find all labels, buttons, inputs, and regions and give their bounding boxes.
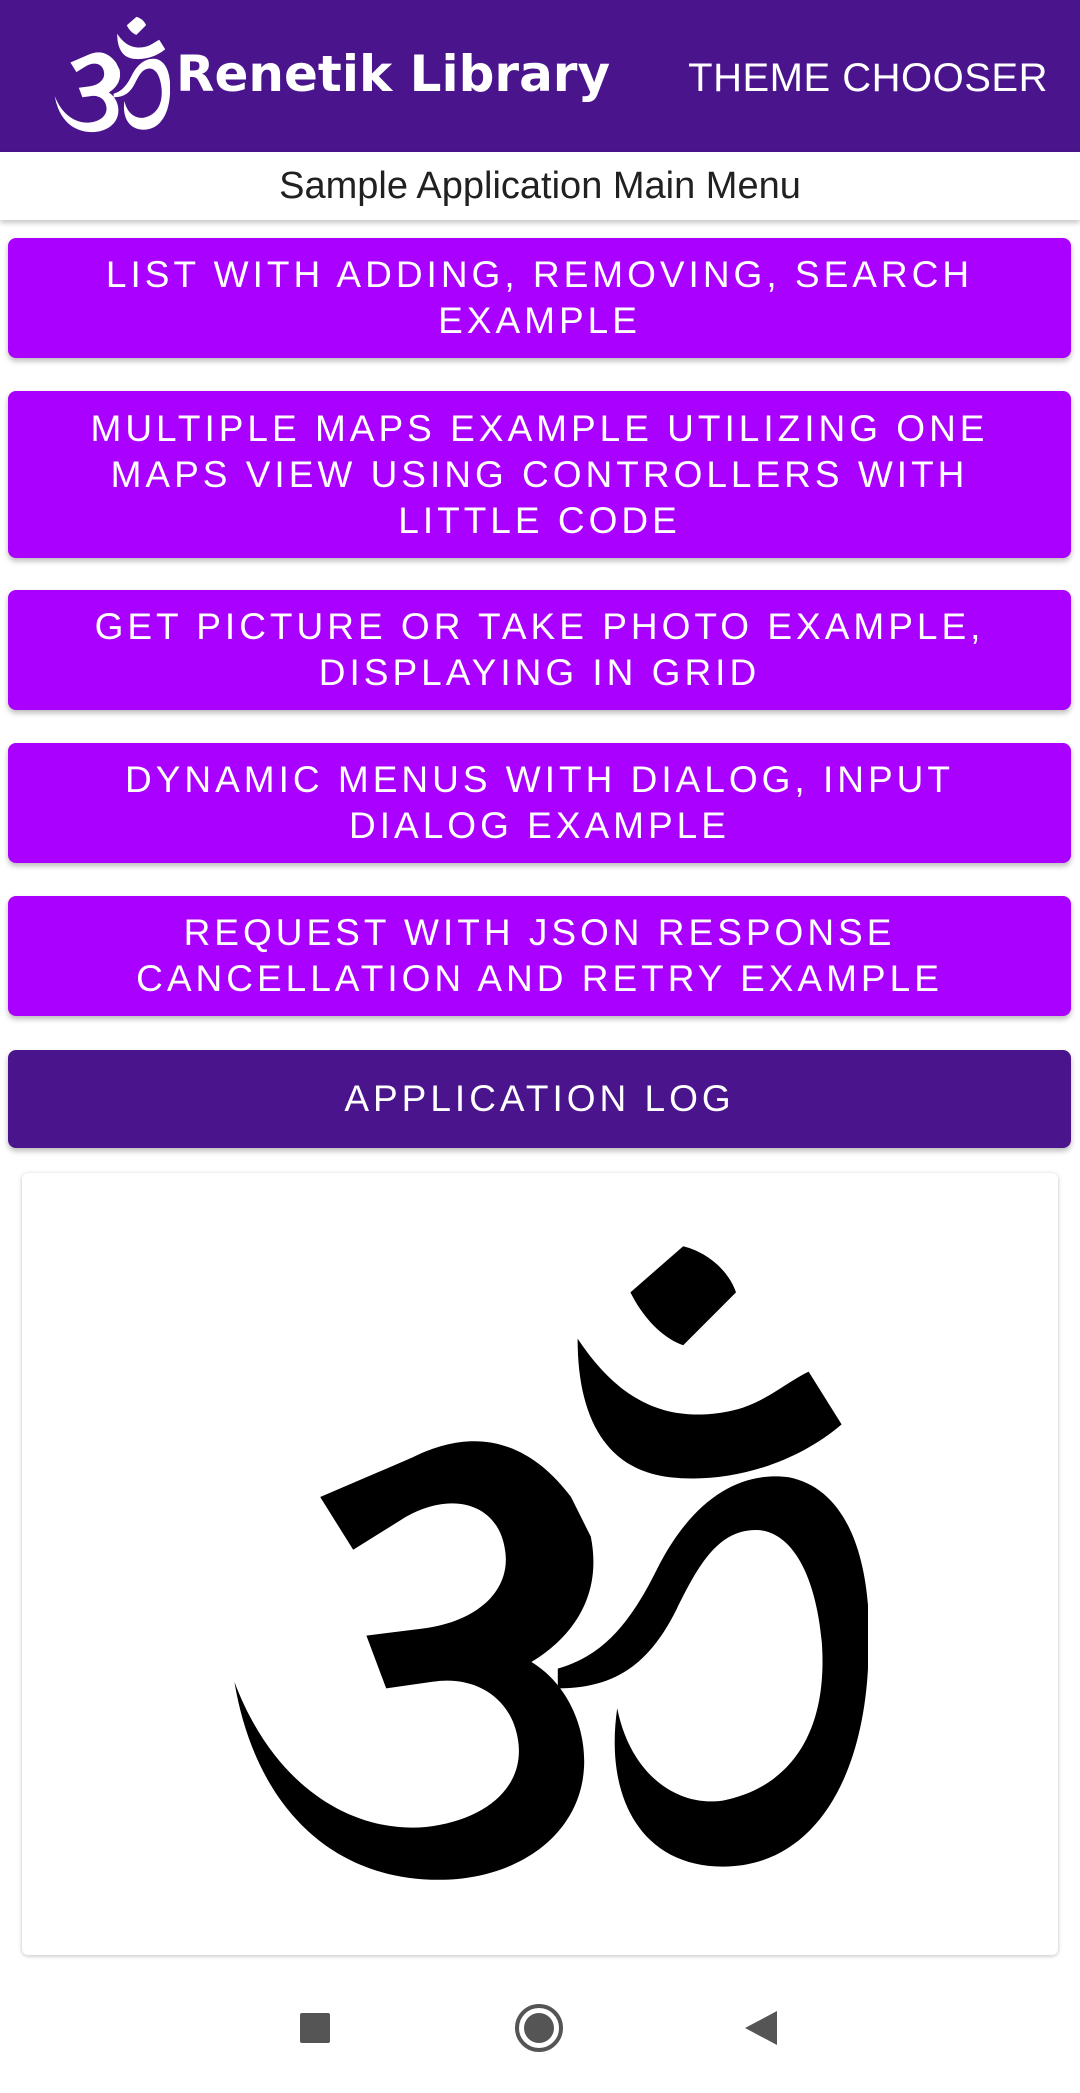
back-triangle-icon[interactable] (733, 1998, 793, 2058)
image-card (22, 1173, 1058, 1955)
om-symbol-icon (54, 16, 170, 133)
theme-chooser-button[interactable]: THEME CHOOSER (688, 54, 1048, 102)
om-symbol-icon (234, 1246, 868, 1880)
request-json-example-button[interactable]: REQUEST WITH JSON RESPONSE CANCELLATION … (8, 896, 1071, 1016)
recents-square-icon[interactable] (285, 1998, 345, 2058)
system-navigation-bar (0, 1963, 1080, 2093)
multiple-maps-example-button[interactable]: MULTIPLE MAPS EXAMPLE UTILIZING ONE MAPS… (8, 391, 1071, 558)
app-bar: Renetik Library THEME CHOOSER (0, 0, 1080, 152)
picture-example-button[interactable]: GET PICTURE OR TAKE PHOTO EXAMPLE, DISPL… (8, 590, 1071, 710)
page-subtitle: Sample Application Main Menu (0, 152, 1080, 220)
application-log-button[interactable]: APPLICATION LOG (8, 1050, 1071, 1148)
dynamic-menus-example-button[interactable]: DYNAMIC MENUS WITH DIALOG, INPUT DIALOG … (8, 743, 1071, 863)
home-circle-icon[interactable] (509, 1998, 569, 2058)
app-title: Renetik Library (176, 45, 611, 103)
list-example-button[interactable]: LIST WITH ADDING, REMOVING, SEARCH EXAMP… (8, 238, 1071, 358)
